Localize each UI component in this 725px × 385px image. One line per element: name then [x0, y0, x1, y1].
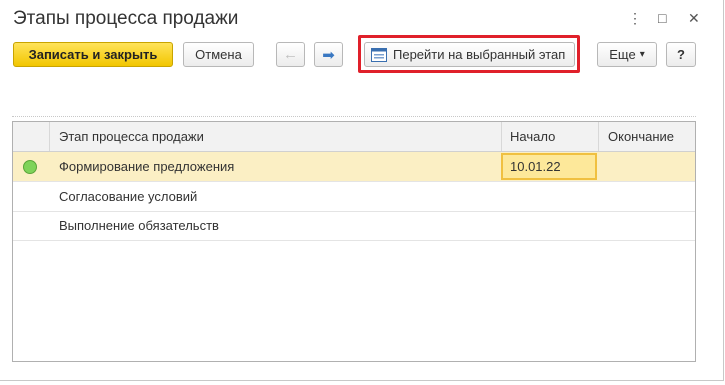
goto-selected-stage-label: Перейти на выбранный этап — [393, 47, 566, 62]
forward-button[interactable]: ➡ — [314, 42, 343, 67]
table-row[interactable]: Выполнение обязательств — [13, 211, 695, 241]
form-icon — [371, 47, 387, 62]
close-icon[interactable]: ✕ — [688, 10, 700, 27]
column-divider — [49, 122, 50, 151]
stage-name: Согласование условий — [59, 189, 198, 204]
more-label: Еще — [609, 47, 636, 62]
active-stage-indicator-icon — [23, 160, 37, 174]
stage-name: Выполнение обязательств — [59, 218, 219, 233]
help-button[interactable]: ? — [666, 42, 696, 67]
more-button[interactable]: Еще ▾ — [597, 42, 657, 67]
back-button[interactable]: ← — [276, 42, 305, 67]
goto-selected-stage-button[interactable]: Перейти на выбранный этап — [364, 42, 575, 67]
divider — [12, 116, 696, 117]
end-date[interactable] — [598, 211, 695, 240]
column-header-stage[interactable]: Этап процесса продажи — [49, 122, 501, 151]
end-date[interactable] — [598, 182, 695, 211]
arrow-left-icon: ← — [283, 46, 298, 63]
cancel-button[interactable]: Отмена — [183, 42, 254, 67]
start-date-input[interactable]: 10.01.22 — [501, 153, 597, 180]
table-row[interactable]: Согласование условий — [13, 182, 695, 212]
arrow-right-icon: ➡ — [322, 46, 335, 64]
window-title: Этапы процесса продажи — [13, 8, 239, 29]
start-date[interactable] — [501, 182, 598, 211]
end-date[interactable] — [598, 152, 695, 181]
more-options-icon[interactable]: ⋮ — [628, 10, 642, 27]
column-header-start[interactable]: Начало — [501, 122, 598, 151]
table-header: Этап процесса продажи Начало Окончание — [13, 122, 695, 152]
save-and-close-button[interactable]: Записать и закрыть — [13, 42, 173, 67]
chevron-down-icon: ▾ — [639, 49, 645, 60]
start-date[interactable] — [501, 211, 598, 240]
maximize-icon[interactable]: □ — [658, 10, 666, 26]
table-row[interactable]: Формирование предложения 10.01.22 — [13, 152, 695, 182]
stages-table[interactable]: Этап процесса продажи Начало Окончание Ф… — [12, 121, 696, 362]
column-header-end[interactable]: Окончание — [598, 122, 695, 151]
sales-process-stages-window: Этапы процесса продажи ⋮ □ ✕ Записать и … — [0, 0, 724, 381]
stage-name: Формирование предложения — [59, 159, 235, 174]
